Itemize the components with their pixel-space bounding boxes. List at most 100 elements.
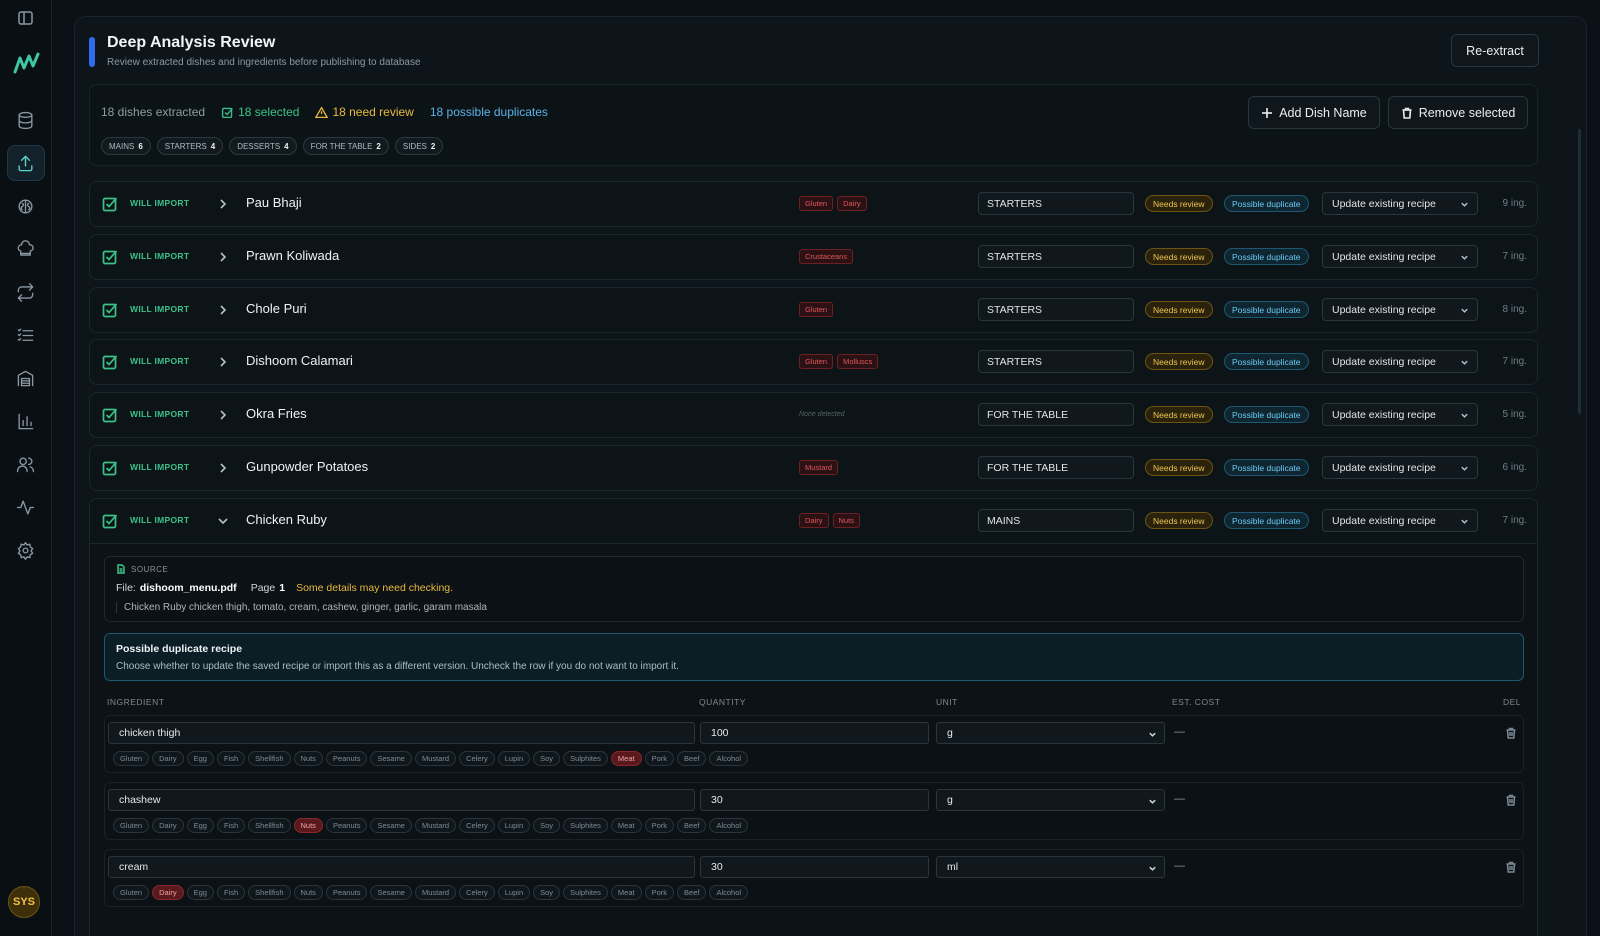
category-chip[interactable]: FOR THE TABLE 2 — [302, 137, 389, 155]
select-checkbox[interactable] — [102, 249, 118, 265]
expand-toggle[interactable] — [217, 461, 229, 473]
sidebar-item-brain[interactable] — [7, 188, 45, 224]
allergen-toggle[interactable]: Lupin — [497, 751, 531, 766]
select-checkbox[interactable] — [102, 302, 118, 318]
allergen-toggle[interactable]: Mustard — [414, 751, 457, 766]
allergen-toggle[interactable]: Sulphites — [563, 885, 608, 900]
allergen-toggle[interactable]: Beef — [677, 885, 707, 900]
import-action-select[interactable]: Update existing recipe — [1322, 456, 1478, 479]
allergen-toggle[interactable]: Alcohol — [709, 818, 749, 833]
unit-select[interactable]: g — [936, 722, 1165, 744]
expand-toggle[interactable] — [217, 355, 229, 367]
avatar[interactable]: SYS — [8, 886, 40, 918]
import-action-select[interactable]: Update existing recipe — [1322, 192, 1478, 215]
category-chip[interactable]: MAINS 6 — [101, 137, 151, 155]
category-input[interactable]: STARTERS — [978, 192, 1134, 215]
expand-toggle[interactable] — [217, 250, 229, 262]
delete-ingredient-button[interactable] — [1505, 726, 1517, 739]
allergen-toggle[interactable]: Shellfish — [248, 818, 291, 833]
sidebar-item-database[interactable] — [7, 102, 45, 138]
import-action-select[interactable]: Update existing recipe — [1322, 509, 1478, 532]
allergen-toggle[interactable]: Pork — [644, 751, 675, 766]
allergen-toggle[interactable]: Fish — [216, 885, 246, 900]
import-action-select[interactable]: Update existing recipe — [1322, 245, 1478, 268]
allergen-toggle[interactable]: Nuts — [293, 818, 323, 833]
expand-toggle[interactable] — [217, 303, 229, 315]
sidebar-item-recipes[interactable] — [7, 231, 45, 267]
allergen-toggle[interactable]: Peanuts — [325, 751, 368, 766]
sidebar-item-activity[interactable] — [7, 489, 45, 525]
select-checkbox[interactable] — [102, 513, 118, 529]
select-checkbox[interactable] — [102, 196, 118, 212]
dish-row[interactable]: WILL IMPORT Gunpowder Potatoes Mustard FOR … — [89, 445, 1538, 491]
scrollbar[interactable] — [1578, 129, 1581, 414]
allergen-toggle[interactable]: Sesame — [370, 885, 412, 900]
select-checkbox[interactable] — [102, 460, 118, 476]
select-checkbox[interactable] — [102, 354, 118, 370]
sidebar-item-reports[interactable] — [7, 403, 45, 439]
allergen-toggle[interactable]: Gluten — [113, 751, 150, 766]
category-input[interactable]: MAINS — [978, 509, 1134, 532]
allergen-toggle[interactable]: Beef — [677, 751, 707, 766]
allergen-toggle[interactable]: Sulphites — [563, 751, 608, 766]
dish-name[interactable]: Dishoom Calamari — [246, 353, 353, 368]
allergen-toggle[interactable]: Beef — [677, 818, 707, 833]
dish-name[interactable]: Chicken Ruby — [246, 512, 327, 527]
dish-name[interactable]: Chole Puri — [246, 301, 307, 316]
allergen-toggle[interactable]: Meat — [610, 751, 642, 766]
expand-toggle[interactable] — [217, 514, 229, 526]
delete-ingredient-button[interactable] — [1505, 793, 1517, 806]
allergen-toggle[interactable]: Soy — [533, 751, 561, 766]
allergen-toggle[interactable]: Fish — [216, 818, 246, 833]
dish-name[interactable]: Gunpowder Potatoes — [246, 459, 368, 474]
unit-select[interactable]: g — [936, 789, 1165, 811]
dish-name[interactable]: Prawn Koliwada — [246, 248, 339, 263]
expand-toggle[interactable] — [217, 408, 229, 420]
allergen-toggle[interactable]: Egg — [186, 818, 214, 833]
allergen-toggle[interactable]: Mustard — [414, 885, 457, 900]
re-extract-button[interactable]: Re-extract — [1451, 34, 1539, 67]
category-chip[interactable]: DESSERTS 4 — [229, 137, 297, 155]
allergen-toggle[interactable]: Gluten — [113, 885, 150, 900]
category-input[interactable]: FOR THE TABLE — [978, 403, 1134, 426]
allergen-toggle[interactable]: Lupin — [497, 885, 531, 900]
dish-row[interactable]: WILL IMPORT Chole Puri Gluten STARTERS Needs… — [89, 287, 1538, 333]
sidebar-item-upload[interactable] — [6, 145, 45, 181]
allergen-toggle[interactable]: Celery — [459, 751, 495, 766]
dish-name[interactable]: Okra Fries — [246, 406, 307, 421]
allergen-toggle[interactable]: Dairy — [152, 885, 184, 900]
dish-name[interactable]: Pau Bhaji — [246, 195, 302, 210]
category-input[interactable]: STARTERS — [978, 350, 1134, 373]
category-input[interactable]: STARTERS — [978, 298, 1134, 321]
dish-row[interactable]: WILL IMPORT Okra Fries None detected FOR TH… — [89, 392, 1538, 438]
allergen-toggle[interactable]: Sulphites — [563, 818, 608, 833]
allergen-toggle[interactable]: Meat — [610, 885, 642, 900]
allergen-toggle[interactable]: Dairy — [152, 751, 184, 766]
allergen-toggle[interactable]: Lupin — [497, 818, 531, 833]
unit-select[interactable]: ml — [936, 856, 1165, 878]
allergen-toggle[interactable]: Sesame — [370, 751, 412, 766]
allergen-toggle[interactable]: Peanuts — [325, 885, 368, 900]
dish-row[interactable]: WILL IMPORT Dishoom Calamari Gluten Mollusc… — [89, 339, 1538, 385]
logo-icon[interactable] — [11, 48, 41, 78]
allergen-toggle[interactable]: Dairy — [152, 818, 184, 833]
allergen-toggle[interactable]: Egg — [186, 751, 214, 766]
category-chip[interactable]: STARTERS 4 — [156, 137, 224, 155]
sidebar-item-lists[interactable] — [7, 317, 45, 353]
category-input[interactable]: STARTERS — [978, 245, 1134, 268]
dish-row[interactable]: WILL IMPORT Pau Bhaji Gluten Dairy STARTERS N… — [89, 181, 1538, 227]
sidebar-item-users[interactable] — [7, 446, 45, 482]
duplicates-count[interactable]: 18 possible duplicates — [430, 105, 548, 119]
sidebar-item-inventory[interactable] — [7, 360, 45, 396]
panel-toggle-icon[interactable] — [16, 10, 36, 26]
quantity-input[interactable]: 30 — [700, 856, 929, 878]
allergen-toggle[interactable]: Nuts — [293, 751, 323, 766]
allergen-toggle[interactable]: Gluten — [113, 818, 150, 833]
remove-selected-button[interactable]: Remove selected — [1388, 96, 1528, 129]
allergen-toggle[interactable]: Shellfish — [248, 885, 291, 900]
allergen-toggle[interactable]: Celery — [459, 885, 495, 900]
allergen-toggle[interactable]: Alcohol — [709, 885, 749, 900]
allergen-toggle[interactable]: Pork — [644, 818, 675, 833]
dish-row[interactable]: WILL IMPORT Prawn Koliwada Crustaceans STAR… — [89, 234, 1538, 280]
allergen-toggle[interactable]: Nuts — [293, 885, 323, 900]
